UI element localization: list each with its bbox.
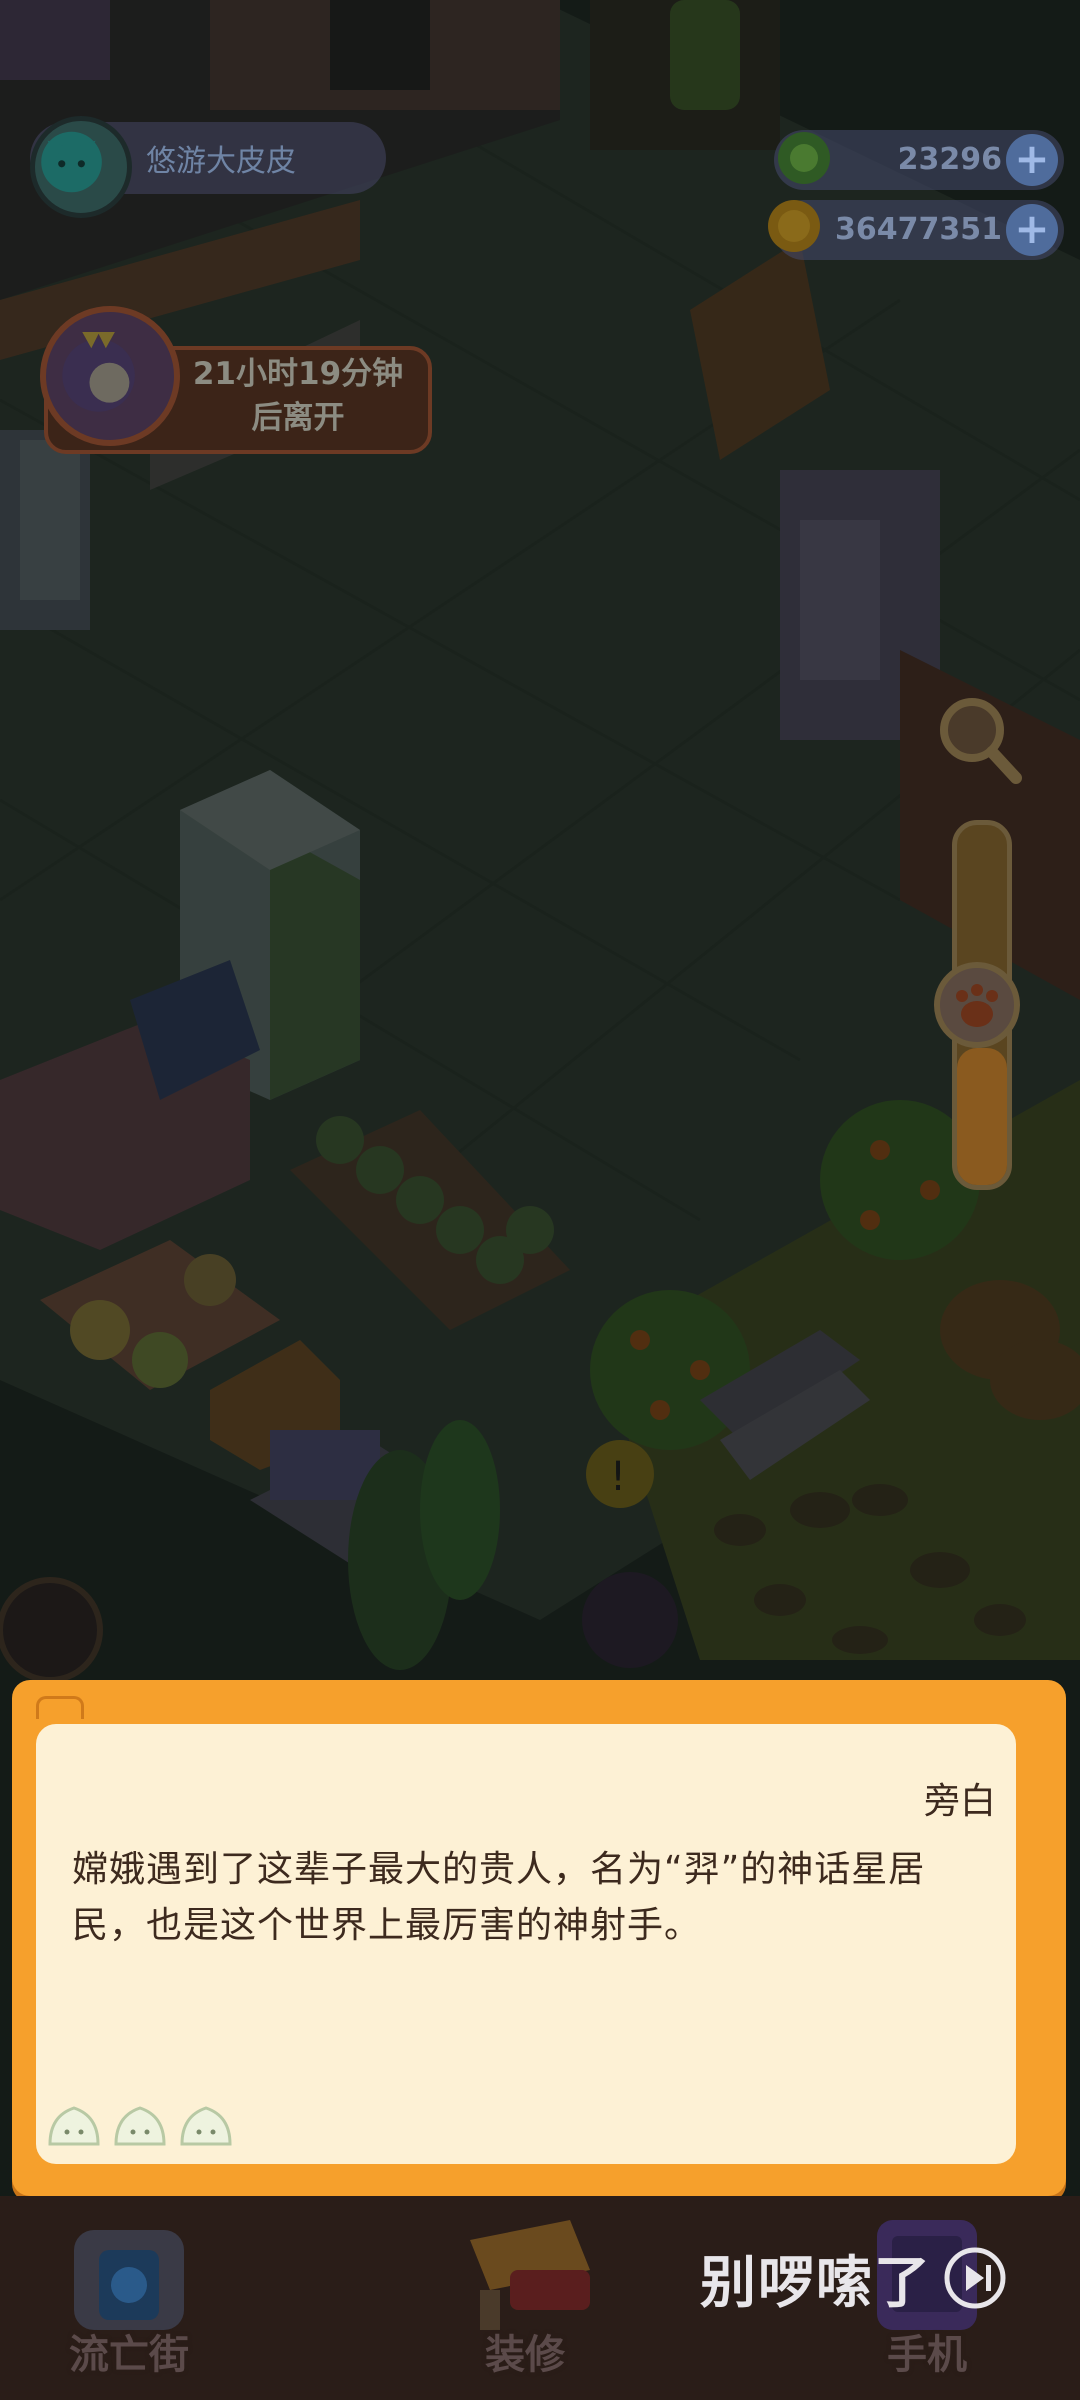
steamed-bun-eye xyxy=(78,2129,84,2135)
nav-label-decorate: 装修 xyxy=(485,2332,565,2378)
dialog-tab-decoration xyxy=(36,1696,84,1719)
paw-handle-icon[interactable] xyxy=(932,960,1022,1050)
steamed-bun-icon xyxy=(114,2106,166,2146)
zoom-slider-fill xyxy=(957,1048,1007,1185)
steamed-bun-icon xyxy=(180,2106,232,2146)
visitor-timer-line2: 后离开 xyxy=(251,400,345,436)
nav-item-exile-street[interactable]: 流亡街 xyxy=(44,2210,214,2386)
steamed-bun-eye xyxy=(130,2129,136,2135)
dialog-text: 嫦娥遇到了这辈子最大的贵人，名为“羿”的神话星居民，也是这个世界上最厉害的神射手… xyxy=(72,1849,926,1946)
steamed-bun-eye xyxy=(64,2129,70,2135)
steamed-bun-eye xyxy=(196,2129,202,2135)
cat-face-icon xyxy=(41,131,102,193)
nav-label-exile-street: 流亡街 xyxy=(69,2332,189,2378)
paint-roller-icon xyxy=(470,2220,590,2330)
dialog-speaker-name: 旁白 xyxy=(923,1781,996,1822)
visitor-timer-text: 21小时19分钟 后离开 xyxy=(178,352,418,440)
visitor-avatar[interactable] xyxy=(40,306,180,446)
nav-item-decorate[interactable]: 装修 xyxy=(440,2210,610,2386)
nav-label-phone: 手机 xyxy=(887,2332,967,2378)
dialog-corner-decoration xyxy=(1024,1716,1048,1744)
player-avatar[interactable] xyxy=(30,116,132,218)
add-currency-1-button[interactable]: + xyxy=(1006,134,1058,186)
skip-button-label: 别啰嗦了 xyxy=(700,2250,932,2316)
visitor-character-icon xyxy=(62,331,135,412)
steamed-bun-icons xyxy=(48,2106,232,2146)
currency-value-2: 36477351 xyxy=(835,212,1002,247)
visitor-timer-line1: 21小时19分钟 xyxy=(192,356,404,392)
gem-coin-icon xyxy=(778,132,830,184)
magnifier-icon[interactable] xyxy=(930,690,1026,786)
currency-value-1: 23296 xyxy=(897,142,1002,177)
steamed-bun-eye xyxy=(144,2129,150,2135)
steamed-bun-eye xyxy=(210,2129,216,2135)
svg-text:!: ! xyxy=(610,1454,626,1500)
gold-coin-icon xyxy=(768,200,820,252)
play-circle-icon xyxy=(944,2247,1006,2309)
steamed-bun-icon xyxy=(48,2106,100,2146)
player-name: 悠游大皮皮 xyxy=(146,144,296,179)
door-portal-icon xyxy=(74,2230,184,2330)
skip-dialog-button[interactable]: 别啰嗦了 xyxy=(700,2240,1008,2316)
add-currency-2-button[interactable]: + xyxy=(1006,204,1058,256)
